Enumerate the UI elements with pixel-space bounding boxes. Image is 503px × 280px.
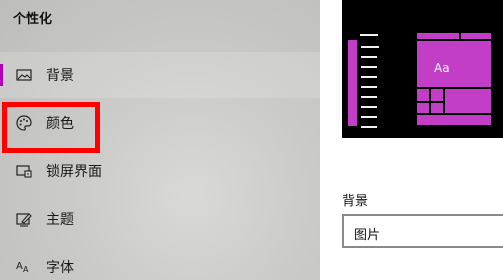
- preview-tile: [460, 32, 492, 40]
- theme-icon: [15, 210, 33, 228]
- preview-line: [361, 116, 377, 118]
- preview-tile-large: [416, 40, 492, 88]
- preview-line: [361, 76, 377, 78]
- lock-screen-icon: [15, 162, 33, 180]
- preview-line: [361, 66, 377, 68]
- preview-tile: [416, 114, 492, 126]
- selected-indicator: [0, 64, 3, 86]
- sidebar-item-themes[interactable]: 主题: [0, 196, 320, 242]
- preview-tile-text: Aa: [434, 61, 450, 75]
- background-section-label: 背景: [342, 194, 369, 209]
- highlight-annotation-box: [2, 102, 100, 153]
- preview-line: [361, 96, 377, 98]
- sidebar-item-lock-screen[interactable]: 锁屏界面: [0, 148, 320, 194]
- sidebar-item-background[interactable]: 背景: [0, 52, 320, 98]
- preview-line: [361, 126, 377, 128]
- preview-line: [361, 86, 377, 88]
- background-type-dropdown[interactable]: 图片: [342, 214, 503, 248]
- sidebar-item-label: 锁屏界面: [46, 164, 102, 180]
- dropdown-selected-value: 图片: [354, 228, 381, 243]
- sidebar-item-fonts[interactable]: AA 字体: [0, 244, 320, 280]
- preview-tile: [430, 88, 444, 102]
- preview-tile: [416, 88, 430, 102]
- preview-tile: [416, 32, 460, 40]
- preview-line: [360, 34, 378, 36]
- svg-text:A: A: [23, 265, 29, 274]
- preview-line: [361, 56, 377, 58]
- svg-text:A: A: [16, 261, 23, 272]
- font-icon: AA: [15, 258, 33, 276]
- settings-sidebar: 个性化 背景 颜色 锁屏界面 主题 AA 字体: [0, 0, 320, 280]
- sidebar-item-label: 主题: [46, 212, 74, 228]
- preview-tile: [430, 102, 444, 114]
- page-title: 个性化: [13, 12, 53, 27]
- theme-preview: Aa: [342, 0, 503, 138]
- preview-tile: [444, 88, 492, 114]
- preview-line: [361, 46, 379, 48]
- sidebar-item-label: 字体: [46, 260, 74, 276]
- preview-line: [361, 106, 377, 108]
- picture-icon: [15, 66, 33, 84]
- sidebar-item-label: 背景: [46, 68, 74, 84]
- preview-sidebar: [348, 40, 357, 126]
- preview-tile: [416, 102, 430, 114]
